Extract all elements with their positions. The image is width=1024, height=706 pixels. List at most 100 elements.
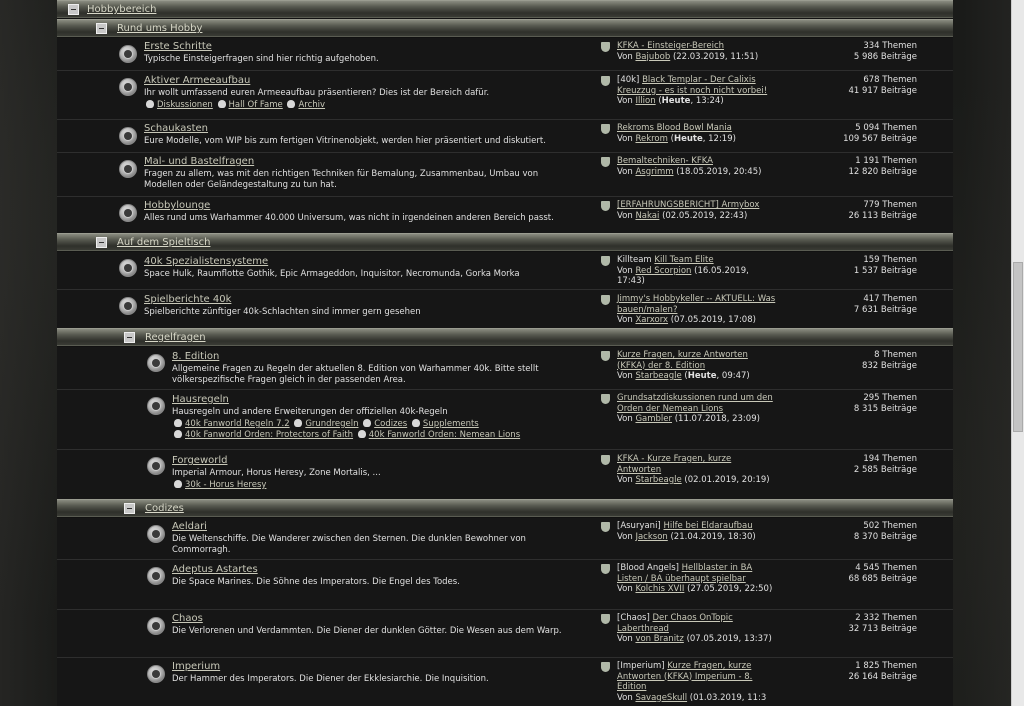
- last-post: [ERFAHRUNGSBERICHT] Armybox Von Nakai (0…: [601, 200, 777, 221]
- shield-icon: [601, 522, 610, 532]
- last-post-user[interactable]: Starbeagle: [635, 371, 681, 381]
- category-title[interactable]: Codizes: [145, 500, 184, 517]
- category-header-rund-ums-hobby[interactable]: Rund ums Hobby: [57, 19, 953, 38]
- last-post-user[interactable]: von Branitz: [635, 634, 683, 644]
- forum-name[interactable]: Chaos: [172, 613, 203, 624]
- category-title[interactable]: Rund ums Hobby: [117, 20, 202, 37]
- scrollbar-thumb[interactable]: [1013, 262, 1023, 432]
- last-post-user[interactable]: Jackson: [635, 532, 667, 542]
- collapse-icon[interactable]: [96, 23, 107, 34]
- forum-status-icon: [119, 45, 137, 63]
- forum-name[interactable]: Hobbylounge: [144, 200, 210, 211]
- last-post-user[interactable]: Gambler: [635, 414, 672, 424]
- forum-row: 8. Edition Allgemeine Fragen zu Regeln d…: [57, 347, 953, 390]
- category-title[interactable]: Hobbybereich: [87, 1, 156, 18]
- collapse-icon[interactable]: [96, 237, 107, 248]
- forum-status-icon: [147, 525, 165, 543]
- forum-name[interactable]: Erste Schritte: [144, 41, 212, 52]
- forum-name[interactable]: Aeldari: [172, 521, 207, 532]
- last-post-title[interactable]: Jimmy's Hobbykeller -- AKTUELL: Was baue…: [617, 294, 775, 315]
- skull-icon: [294, 419, 303, 427]
- skull-icon: [363, 419, 372, 427]
- last-post: [40k] Black Templar - Der Calixis Kreuzz…: [601, 75, 777, 107]
- last-post-user[interactable]: Asgrimm: [635, 167, 673, 177]
- category-title[interactable]: Regelfragen: [145, 329, 206, 346]
- last-post-user[interactable]: Starbeagle: [635, 475, 681, 485]
- collapse-icon[interactable]: [124, 503, 135, 514]
- category-title[interactable]: Auf dem Spieltisch: [117, 234, 210, 251]
- subforum-list: 30k - Horus Heresy: [172, 480, 266, 491]
- forum-stats: 1 825 Themen 26 164 Beiträge: [848, 661, 917, 682]
- forum-stats: 194 Themen 2 585 Beiträge: [853, 454, 917, 475]
- last-post: Killteam Kill Team Elite Von Red Scorpio…: [601, 255, 777, 287]
- forum-row: Aktiver Armeeaufbau Ihr wollt umfassend …: [57, 71, 953, 120]
- last-post-user[interactable]: Kolchis XVII: [635, 584, 684, 594]
- forum-name[interactable]: Hausregeln: [172, 394, 229, 405]
- forum-name[interactable]: 8. Edition: [172, 351, 219, 362]
- forum-description: Die Weltenschiffe. Die Wanderer zwischen…: [172, 534, 526, 555]
- last-post-user[interactable]: SavageSkull: [635, 693, 687, 703]
- forum-stats: 1 191 Themen 12 820 Beiträge: [848, 156, 917, 177]
- last-post: Grundsatzdiskussionen rund um den Orden …: [601, 393, 777, 425]
- category-header-hobbybereich[interactable]: Hobbybereich: [57, 0, 953, 19]
- forum-description: Die Space Marines. Die Söhne des Imperat…: [172, 577, 460, 587]
- shield-icon: [601, 455, 610, 465]
- category-header-auf-dem-spieltisch[interactable]: Auf dem Spieltisch: [57, 233, 953, 252]
- skull-icon: [146, 100, 154, 108]
- last-post-title[interactable]: KFKA - Kurze Fragen, kurze Antworten: [617, 454, 731, 475]
- collapse-icon[interactable]: [68, 4, 79, 15]
- skull-icon: [287, 100, 296, 108]
- forum-row: Imperium Der Hammer des Imperators. Die …: [57, 658, 953, 706]
- forum-row: Forgeworld Imperial Armour, Horus Heresy…: [57, 450, 953, 500]
- category-header-codizes[interactable]: Codizes: [57, 499, 953, 518]
- last-post-user[interactable]: Rekrom: [635, 134, 667, 144]
- forum-name[interactable]: Imperium: [172, 661, 220, 672]
- forum-name[interactable]: Schaukasten: [144, 123, 208, 134]
- last-post-user[interactable]: Red Scorpion: [635, 266, 691, 276]
- forum-stats: 295 Themen 8 315 Beiträge: [853, 393, 917, 414]
- last-post-title[interactable]: KFKA - Einsteiger-Bereich: [617, 41, 724, 51]
- last-post-title[interactable]: [ERFAHRUNGSBERICHT] Armybox: [617, 200, 759, 210]
- skull-icon: [217, 100, 226, 108]
- vertical-scrollbar[interactable]: [1011, 0, 1024, 706]
- last-post-title[interactable]: Grundsatzdiskussionen rund um den Orden …: [617, 393, 773, 414]
- category-header-regelfragen[interactable]: Regelfragen: [57, 328, 953, 347]
- subforum-list: Diskussionen Hall Of Fame Archiv: [144, 100, 325, 111]
- shield-icon: [601, 351, 610, 361]
- forum-stats: 417 Themen 7 631 Beiträge: [853, 294, 917, 315]
- forum-status-icon: [147, 617, 165, 635]
- skull-icon: [411, 419, 420, 427]
- forum-description: Allgemeine Fragen zu Regeln der aktuelle…: [172, 364, 539, 385]
- forum-name[interactable]: Adeptus Astartes: [172, 564, 258, 575]
- forum-name[interactable]: Mal- und Bastelfragen: [144, 156, 254, 167]
- forum-status-icon: [147, 457, 165, 475]
- forum-row: 40k Spezialistensysteme Space Hulk, Raum…: [57, 252, 953, 290]
- forum-status-icon: [119, 259, 137, 277]
- last-post-title[interactable]: Black Templar - Der Calixis Kreuzzug - e…: [617, 75, 767, 96]
- last-post-title[interactable]: Kill Team Elite: [654, 255, 713, 265]
- last-post-title[interactable]: Hilfe bei Eldaraufbau: [663, 521, 752, 531]
- shield-icon: [601, 124, 610, 134]
- forum-row: Hobbylounge Alles rund ums Warhammer 40.…: [57, 197, 953, 234]
- last-post-user[interactable]: Bajubob: [635, 52, 670, 62]
- last-post-user[interactable]: Nakai: [635, 211, 659, 221]
- forum-name[interactable]: Spielberichte 40k: [144, 294, 231, 305]
- forum-row: Hausregeln Hausregeln und andere Erweite…: [57, 390, 953, 450]
- forum-status-icon: [119, 160, 137, 178]
- last-post-user[interactable]: Illion: [635, 96, 655, 106]
- forum-status-icon: [147, 397, 165, 415]
- shield-icon: [601, 201, 610, 211]
- skull-icon: [174, 480, 182, 488]
- forum-name[interactable]: Forgeworld: [172, 455, 227, 466]
- forum-name[interactable]: Aktiver Armeeaufbau: [144, 75, 250, 86]
- shield-icon: [601, 295, 610, 305]
- subforum-list: 40k Fanworld Regeln 7.2 Grundregeln Codi…: [172, 419, 592, 441]
- last-post-user[interactable]: Xarxorx: [635, 315, 668, 325]
- forum-name[interactable]: 40k Spezialistensysteme: [144, 256, 268, 267]
- last-post-title[interactable]: Bemaltechniken- KFKA: [617, 156, 713, 166]
- last-post-title[interactable]: Kurze Fragen, kurze Antworten (KFKA) der…: [617, 350, 748, 371]
- forum-description: Typische Einsteigerfragen sind hier rich…: [144, 54, 379, 64]
- collapse-icon[interactable]: [124, 332, 135, 343]
- last-post-title[interactable]: Rekroms Blood Bowl Mania: [617, 123, 732, 133]
- forum-status-icon: [119, 127, 137, 145]
